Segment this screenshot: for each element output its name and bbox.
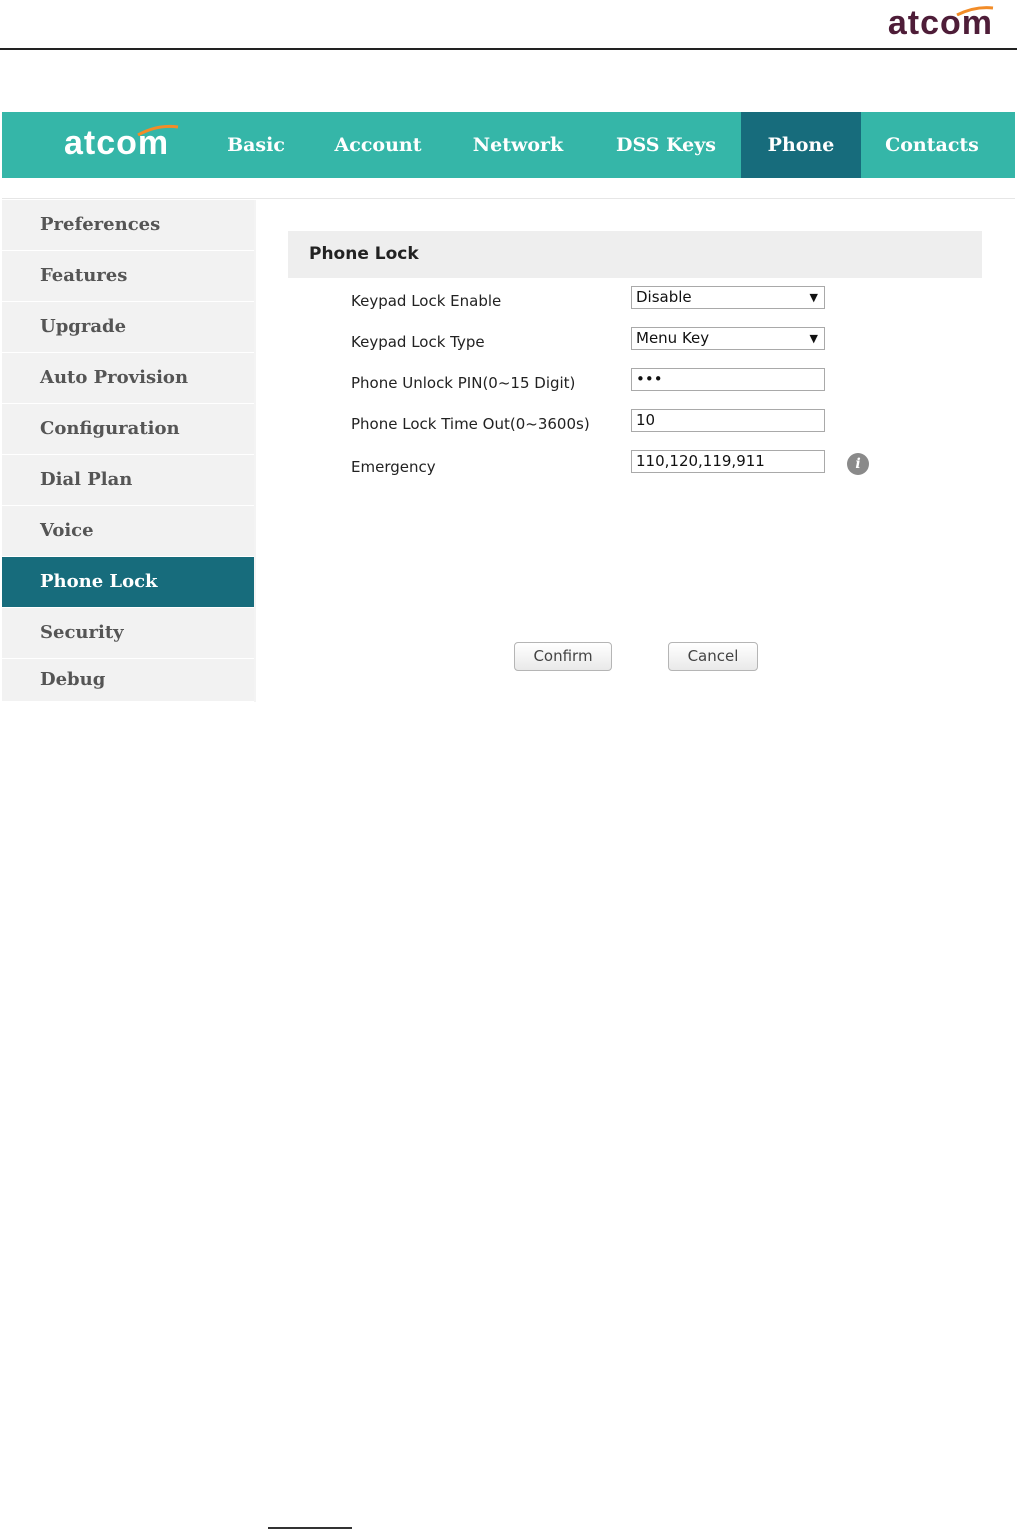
sidebar-item-security[interactable]: Security xyxy=(2,608,254,658)
unlock-pin-input[interactable]: ••• xyxy=(631,368,825,391)
sidebar-item-features[interactable]: Features xyxy=(2,251,254,301)
sidebar-item-configuration[interactable]: Configuration xyxy=(2,404,254,454)
sidebar: Preferences Features Upgrade Auto Provis… xyxy=(2,200,254,702)
sidebar-item-dial-plan[interactable]: Dial Plan xyxy=(2,455,254,505)
keypad-lock-type-row: Keypad Lock Type Menu Key ▼ xyxy=(288,327,982,357)
panel-title: Phone Lock xyxy=(288,231,982,278)
tab-contacts[interactable]: Contacts xyxy=(863,112,1001,178)
keypad-lock-type-value: Menu Key xyxy=(636,329,710,347)
tab-account[interactable]: Account xyxy=(317,112,439,178)
confirm-button[interactable]: Confirm xyxy=(514,642,612,671)
keypad-lock-enable-select[interactable]: Disable ▼ xyxy=(631,286,825,309)
tab-dss-keys[interactable]: DSS Keys xyxy=(597,112,735,178)
chevron-down-icon: ▼ xyxy=(809,291,818,304)
top-navigation: atcom Basic Account Network DSS Keys Pho… xyxy=(2,112,1015,178)
nav-divider xyxy=(2,178,1015,199)
phone-lock-panel: Phone Lock Keypad Lock Enable Disable ▼ … xyxy=(288,231,982,671)
emergency-input[interactable]: 110,120,119,911 xyxy=(631,450,825,473)
keypad-lock-enable-value: Disable xyxy=(636,288,692,306)
lock-timeout-input[interactable]: 10 xyxy=(631,409,825,432)
sidebar-item-debug[interactable]: Debug xyxy=(2,659,254,701)
unlock-pin-row: Phone Unlock PIN(0~15 Digit) ••• xyxy=(288,368,982,398)
info-icon[interactable]: i xyxy=(847,453,869,475)
sidebar-item-auto-provision[interactable]: Auto Provision xyxy=(2,353,254,403)
unlock-pin-label: Phone Unlock PIN(0~15 Digit) xyxy=(351,374,576,392)
footer-rule xyxy=(268,1527,352,1529)
sidebar-item-phone-lock[interactable]: Phone Lock xyxy=(2,557,254,607)
chevron-down-icon: ▼ xyxy=(809,332,818,345)
keypad-lock-enable-label: Keypad Lock Enable xyxy=(351,292,502,310)
emergency-label: Emergency xyxy=(351,458,436,476)
sidebar-item-upgrade[interactable]: Upgrade xyxy=(2,302,254,352)
lock-timeout-label: Phone Lock Time Out(0~3600s) xyxy=(351,415,590,433)
atcom-logo: atcom xyxy=(887,4,993,42)
document-header: atcom xyxy=(0,0,1017,50)
tab-phone[interactable]: Phone xyxy=(741,112,861,178)
tab-network[interactable]: Network xyxy=(457,112,579,178)
tab-basic[interactable]: Basic xyxy=(207,112,305,178)
sidebar-item-preferences[interactable]: Preferences xyxy=(2,200,254,250)
lock-timeout-row: Phone Lock Time Out(0~3600s) 10 xyxy=(288,409,982,439)
cancel-button[interactable]: Cancel xyxy=(668,642,758,671)
sidebar-item-voice[interactable]: Voice xyxy=(2,506,254,556)
logo-swoosh-icon xyxy=(137,124,179,136)
keypad-lock-type-label: Keypad Lock Type xyxy=(351,333,485,351)
sidebar-border xyxy=(254,200,256,702)
web-ui: atcom Basic Account Network DSS Keys Pho… xyxy=(2,112,1015,702)
keypad-lock-enable-row: Keypad Lock Enable Disable ▼ xyxy=(288,286,982,316)
keypad-lock-type-select[interactable]: Menu Key ▼ xyxy=(631,327,825,350)
emergency-row: Emergency 110,120,119,911 i xyxy=(288,450,982,480)
